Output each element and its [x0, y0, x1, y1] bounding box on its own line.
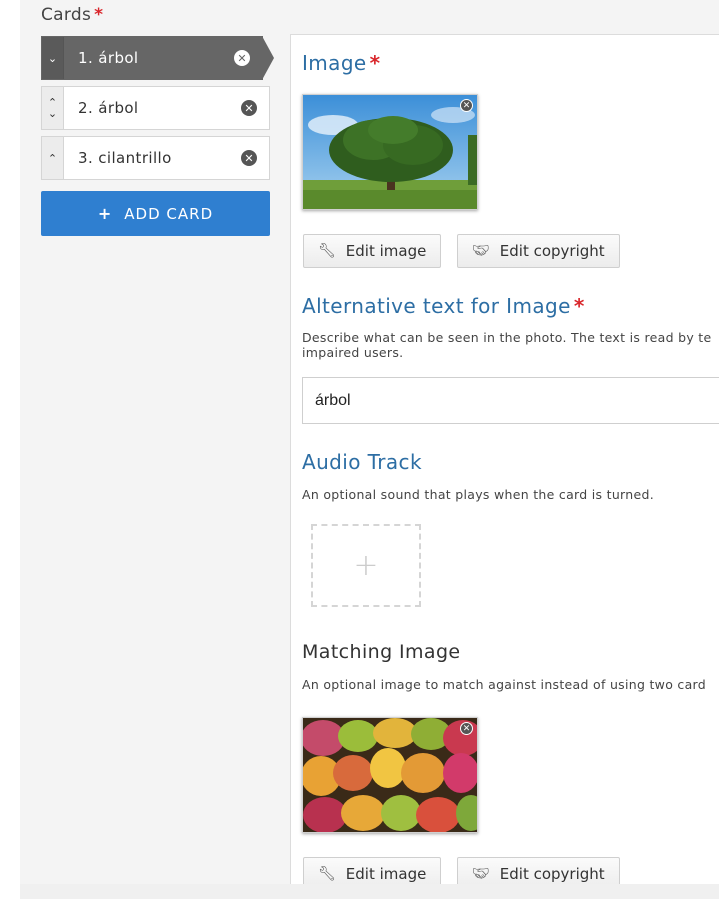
card-item-label: 3. cilantrillo: [78, 149, 172, 167]
audio-track-description: An optional sound that plays when the ca…: [302, 487, 655, 502]
card-item-1[interactable]: ⌄ 1. árbol ✕: [41, 36, 263, 80]
required-mark: *: [94, 5, 104, 25]
required-mark: *: [573, 294, 585, 318]
add-audio-button[interactable]: +: [311, 524, 421, 607]
remove-card-icon[interactable]: ✕: [241, 100, 257, 116]
audio-track-title: Audio Track: [302, 450, 422, 474]
wrench-icon: 🔧︎: [318, 243, 336, 259]
required-mark: *: [369, 51, 381, 75]
add-card-button[interactable]: + ADD CARD: [41, 191, 270, 236]
remove-card-icon[interactable]: ✕: [234, 50, 250, 66]
matching-image-thumbnail[interactable]: ✕: [302, 717, 478, 833]
chevron-up-icon[interactable]: ⌃: [48, 153, 57, 164]
remove-card-icon[interactable]: ✕: [241, 150, 257, 166]
mangoes-photo: [303, 718, 477, 832]
plus-icon: +: [97, 204, 113, 223]
edit-image-button[interactable]: 🔧︎ Edit image: [303, 234, 442, 268]
wrench-icon: 🔧︎: [318, 866, 336, 882]
image-thumbnail[interactable]: ✕: [302, 94, 478, 210]
active-card-pointer: [262, 36, 274, 80]
edit-copyright-button[interactable]: 🤝︎ Edit copyright: [457, 234, 620, 268]
remove-matching-image-icon[interactable]: ✕: [460, 722, 473, 735]
chevron-down-icon[interactable]: ⌄: [48, 53, 57, 64]
remove-image-icon[interactable]: ✕: [460, 99, 473, 112]
editor-page: Cards * ⌄ 1. árbol ✕ ⌃ ⌄ 2. árbol ✕ ⌃ 3. …: [0, 0, 719, 899]
alt-text-input[interactable]: árbol: [302, 377, 719, 424]
bottom-strip: [20, 884, 719, 899]
alt-text-description: Describe what can be seen in the photo. …: [302, 330, 712, 360]
cards-label: Cards *: [41, 5, 104, 25]
add-card-label: ADD CARD: [124, 204, 214, 223]
card-item-2[interactable]: ⌃ ⌄ 2. árbol ✕: [41, 86, 270, 130]
top-strip: [20, 0, 719, 32]
tree-photo: [303, 95, 477, 209]
move-handle[interactable]: ⌃ ⌄: [42, 87, 64, 129]
handshake-icon: 🤝︎: [472, 866, 490, 882]
chevron-down-icon[interactable]: ⌄: [48, 108, 57, 119]
card-item-3[interactable]: ⌃ 3. cilantrillo ✕: [41, 136, 270, 180]
handshake-icon: 🤝︎: [472, 243, 490, 259]
move-down-handle[interactable]: ⌄: [42, 37, 64, 79]
image-title: Image *: [302, 51, 381, 75]
move-up-handle[interactable]: ⌃: [42, 137, 64, 179]
card-item-label: 2. árbol: [78, 99, 139, 117]
plus-icon: +: [353, 548, 379, 583]
alt-text-title: Alternative text for Image *: [302, 294, 585, 318]
card-item-label: 1. árbol: [78, 49, 139, 67]
matching-image-description: An optional image to match against inste…: [302, 677, 707, 692]
matching-image-title: Matching Image: [302, 641, 461, 663]
